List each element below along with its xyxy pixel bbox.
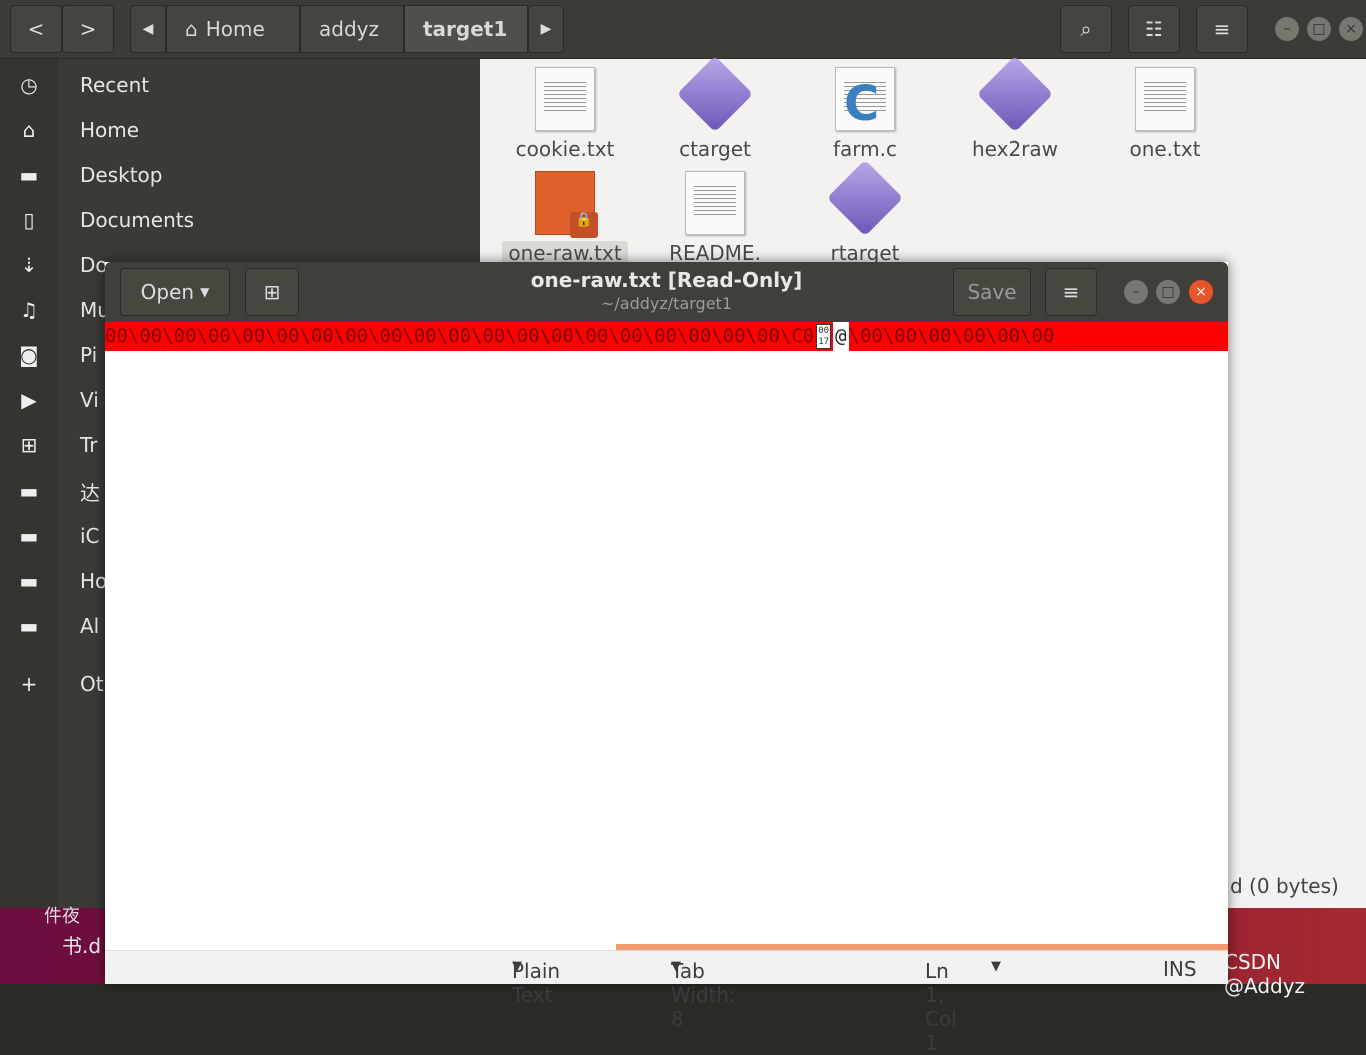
editor-close-button[interactable]: × <box>1189 280 1213 304</box>
home-icon: ⌂ <box>22 118 36 142</box>
folder-icon: ▬ <box>19 163 39 187</box>
clock-icon: ◷ <box>20 73 38 97</box>
sidebar-item-label: Ho <box>80 569 108 593</box>
sidebar-item-label: Al <box>80 614 100 638</box>
breadcrumb-target1[interactable]: target1 <box>404 5 528 53</box>
text-file-icon <box>535 67 595 131</box>
file-item[interactable]: cookie.txt <box>490 59 640 161</box>
view-toggle-button[interactable]: ☷ <box>1128 5 1180 53</box>
sidebar-item-label: Pi <box>80 343 98 367</box>
sidebar-item-label: Do <box>80 253 108 277</box>
files-status: d (0 bytes) <box>1230 874 1339 898</box>
file-name: hex2raw <box>971 137 1059 161</box>
caret-down-icon: ▼ <box>991 959 1001 974</box>
file-item[interactable]: README. <box>640 163 790 265</box>
forward-button[interactable]: > <box>62 5 114 53</box>
back-button[interactable]: < <box>10 5 62 53</box>
text-editor-window: Open ▼ ⊞ one-raw.txt [Read-Only] ~/addyz/… <box>105 262 1228 1055</box>
video-icon: ▶ <box>21 388 37 412</box>
file-item[interactable]: rtarget <box>790 159 940 265</box>
unknown-char-glyph: 00 17 <box>816 324 832 349</box>
caret-down-icon: ▼ <box>512 959 522 974</box>
hamburger-icon: ≡ <box>1062 280 1080 304</box>
sidebar-item-label: iC <box>80 524 100 548</box>
breadcrumb-addyz[interactable]: addyz <box>300 5 404 53</box>
chevron-right-icon: > <box>79 17 97 41</box>
editor-maximize-button[interactable]: □ <box>1156 280 1180 304</box>
close-button[interactable]: × <box>1339 17 1363 41</box>
watermark: CSDN @Addyz <box>1224 950 1306 998</box>
trash-icon: ⊞ <box>20 433 38 457</box>
file-manager-header: < > ◀ ⌂ Home addyz target1 ▶ ⌕ ☷ ≡ – □ × <box>0 0 1366 59</box>
executable-icon <box>676 55 754 133</box>
sidebar-item-label: Desktop <box>80 163 163 187</box>
file-item[interactable]: one.txt <box>1090 59 1240 161</box>
status-bar: Plain Text ▼ Tab Width: 8 ▼ Ln 1, Col 1 ▼… <box>105 950 1228 1055</box>
maximize-button[interactable]: □ <box>1307 17 1331 41</box>
file-item[interactable]: 🔒 one-raw.txt <box>490 163 640 265</box>
search-button[interactable]: ⌕ <box>1060 5 1112 53</box>
sidebar-item-label: Tr <box>80 433 98 457</box>
executable-icon <box>826 159 904 237</box>
triangle-right-icon: ▶ <box>540 21 552 37</box>
sidebar-item-label: Vi <box>80 388 99 412</box>
file-item[interactable]: ctarget <box>640 55 790 161</box>
text-line-1[interactable]: 00\00\00\00\00\00\00\00\00\00\00\00\00\0… <box>105 322 1228 351</box>
drive-icon: ▬ <box>19 479 39 503</box>
editor-minimize-button[interactable]: – <box>1124 280 1148 304</box>
minimize-button[interactable]: – <box>1275 17 1299 41</box>
sidebar-item-label: Documents <box>80 208 195 232</box>
editor-menu-button[interactable]: ≡ <box>1045 268 1097 316</box>
breadcrumb-home[interactable]: ⌂ Home <box>166 5 300 53</box>
plus-icon: + <box>20 672 38 696</box>
file-item[interactable]: Cfarm.c <box>790 59 940 161</box>
sidebar-item[interactable]: ▬ Desktop <box>0 155 480 195</box>
file-name: cookie.txt <box>515 137 615 161</box>
download-icon: ⇣ <box>20 253 38 277</box>
drive-icon: ▬ <box>19 524 39 548</box>
file-name: farm.c <box>832 137 897 161</box>
text-file-icon <box>1135 67 1195 131</box>
executable-icon <box>976 55 1054 133</box>
hamburger-icon: ≡ <box>1213 17 1231 41</box>
insert-mode: INS <box>1163 957 1197 981</box>
file-name: one.txt <box>1129 137 1201 161</box>
editor-titlebar: Open ▼ ⊞ one-raw.txt [Read-Only] ~/addyz/… <box>105 262 1228 322</box>
file-item[interactable]: hex2raw <box>940 55 1090 161</box>
sidebar-item-label: Ot <box>80 672 104 696</box>
triangle-left-icon: ◀ <box>142 21 154 37</box>
caret-down-icon: ▼ <box>671 959 681 974</box>
text-file-icon <box>685 171 745 235</box>
music-icon: ♫ <box>20 298 38 322</box>
locked-file-icon: 🔒 <box>535 171 598 238</box>
camera-icon: ◙ <box>19 343 39 367</box>
sidebar-item-label: 达 <box>80 480 100 505</box>
chevron-left-icon: < <box>27 17 45 41</box>
breadcrumb-right-button[interactable]: ▶ <box>528 5 564 53</box>
drive-icon: ▬ <box>19 614 39 638</box>
menu-button[interactable]: ≡ <box>1196 5 1248 53</box>
sidebar-item[interactable]: ▯ Documents <box>0 200 480 240</box>
sidebar-item[interactable]: ⌂ Home <box>0 110 480 150</box>
list-view-icon: ☷ <box>1145 17 1163 41</box>
sidebar-item[interactable]: ◷ Recent <box>0 65 480 105</box>
c-source-icon: C <box>835 67 895 132</box>
search-icon: ⌕ <box>1080 17 1092 41</box>
sidebar-item-label: Home <box>80 118 140 142</box>
home-icon: ⌂ <box>185 17 198 41</box>
drive-icon: ▬ <box>19 569 39 593</box>
sidebar-item-label: Recent <box>80 73 150 97</box>
document-icon: ▯ <box>23 208 35 232</box>
save-button[interactable]: Save <box>953 268 1031 316</box>
breadcrumb-left-button[interactable]: ◀ <box>130 5 166 53</box>
file-name: ctarget <box>679 137 751 161</box>
